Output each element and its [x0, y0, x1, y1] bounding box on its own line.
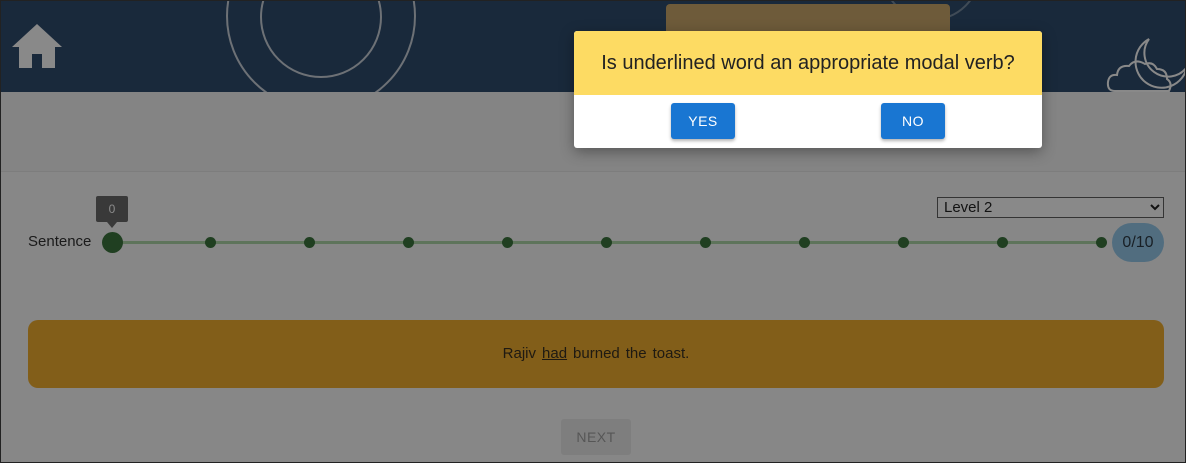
no-button[interactable]: NO: [881, 103, 945, 139]
app-frame: Level 2 Sentence 0 0/10 Rajivhadburnedth…: [0, 0, 1186, 463]
question-dialog: Is underlined word an appropriate modal …: [574, 31, 1042, 148]
yes-button[interactable]: YES: [671, 103, 735, 139]
dialog-question: Is underlined word an appropriate modal …: [574, 31, 1042, 95]
